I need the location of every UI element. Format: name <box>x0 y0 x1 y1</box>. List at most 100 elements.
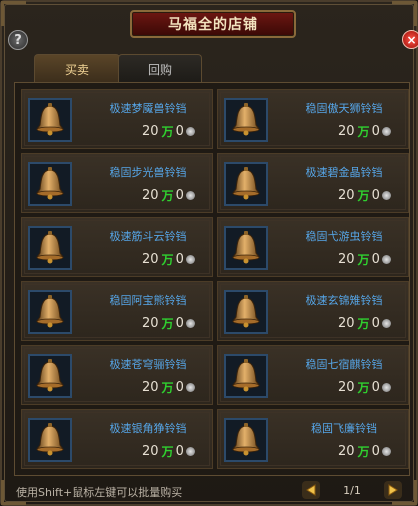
shop-item[interactable]: 稳固傲天狮铃铛 20 万 0 <box>217 89 409 149</box>
coin-icon <box>185 382 195 392</box>
price-amount: 20 <box>338 251 355 267</box>
coin-icon <box>185 126 195 136</box>
price-extra: 0 <box>371 123 380 139</box>
pager: 1/1 <box>302 480 402 500</box>
shop-item[interactable]: 极速苍穹骊铃铛 20 万 0 <box>21 345 213 405</box>
tab-label: 买卖 <box>64 62 89 77</box>
currency-unit: 万 <box>161 252 174 267</box>
item-icon-slot[interactable] <box>28 354 72 398</box>
price-extra: 0 <box>175 315 184 331</box>
shop-item[interactable]: 稳固七宿麒铃铛 20 万 0 <box>217 345 409 405</box>
price-extra: 0 <box>371 187 380 203</box>
arrow-left-icon <box>306 484 316 496</box>
item-name: 稳固阿宝熊铃铛 <box>109 294 187 307</box>
item-grid: 极速梦魇兽铃铛 20 万 0 稳固傲天狮铃铛 20 万 0 稳固步光兽铃铛 20 万 0 极速碧金晶铃铛… <box>14 82 410 476</box>
price-extra: 0 <box>175 443 184 459</box>
price-extra: 0 <box>175 123 184 139</box>
price-amount: 20 <box>338 123 355 139</box>
coin-icon <box>381 382 391 392</box>
price-extra: 0 <box>371 315 380 331</box>
shop-item[interactable]: 稳固步光兽铃铛 20 万 0 <box>21 153 213 213</box>
shop-item[interactable]: 稳固弋游虫铃铛 20 万 0 <box>217 217 409 277</box>
currency-unit: 万 <box>357 380 370 395</box>
price-extra: 0 <box>175 251 184 267</box>
item-icon-slot[interactable] <box>224 226 268 270</box>
coin-icon <box>381 318 391 328</box>
shop-window: 马福全的店铺 ? × 买卖 回购 极速梦魇兽铃铛 20 万 0 稳固傲天狮铃铛 20 万 0 稳… <box>0 0 418 506</box>
item-icon-slot[interactable] <box>28 98 72 142</box>
item-name: 极速银角狰铃铛 <box>109 422 187 435</box>
coin-icon <box>185 318 195 328</box>
item-icon-slot[interactable] <box>224 162 268 206</box>
currency-unit: 万 <box>161 316 174 331</box>
tab-label: 回购 <box>147 62 172 77</box>
item-icon-slot[interactable] <box>224 354 268 398</box>
price-amount: 20 <box>338 187 355 203</box>
item-price: 20 万 0 <box>142 442 195 460</box>
currency-unit: 万 <box>357 124 370 139</box>
tab-buy-sell[interactable]: 买卖 <box>34 54 120 83</box>
prev-page-button[interactable] <box>302 481 320 499</box>
price-extra: 0 <box>175 379 184 395</box>
coin-icon <box>185 446 195 456</box>
shop-item[interactable]: 稳固阿宝熊铃铛 20 万 0 <box>21 281 213 341</box>
item-icon-slot[interactable] <box>28 226 72 270</box>
title-plate: 马福全的店铺 <box>130 10 296 38</box>
price-extra: 0 <box>371 251 380 267</box>
item-name: 稳固步光兽铃铛 <box>109 166 187 179</box>
item-name: 稳固飞廉铃铛 <box>311 422 377 435</box>
item-name: 极速苍穹骊铃铛 <box>109 358 187 371</box>
price-amount: 20 <box>338 443 355 459</box>
page-indicator: 1/1 <box>343 483 361 497</box>
price-amount: 20 <box>142 443 159 459</box>
item-name: 稳固七宿麒铃铛 <box>305 358 383 371</box>
item-price: 20 万 0 <box>142 186 195 204</box>
shop-item[interactable]: 稳固飞廉铃铛 20 万 0 <box>217 409 409 469</box>
shop-item[interactable]: 极速玄锦雉铃铛 20 万 0 <box>217 281 409 341</box>
close-icon: × <box>406 32 417 47</box>
price-amount: 20 <box>142 315 159 331</box>
coin-icon <box>381 190 391 200</box>
coin-icon <box>381 446 391 456</box>
price-extra: 0 <box>371 379 380 395</box>
item-price: 20 万 0 <box>142 250 195 268</box>
item-name: 极速碧金晶铃铛 <box>305 166 383 179</box>
help-icon: ? <box>14 32 22 48</box>
currency-unit: 万 <box>161 444 174 459</box>
item-icon-slot[interactable] <box>28 418 72 462</box>
price-extra: 0 <box>175 187 184 203</box>
coin-icon <box>381 254 391 264</box>
close-button[interactable]: × <box>402 30 418 49</box>
help-button[interactable]: ? <box>8 30 28 50</box>
currency-unit: 万 <box>357 444 370 459</box>
item-name: 极速玄锦雉铃铛 <box>305 294 383 307</box>
item-price: 20 万 0 <box>338 186 391 204</box>
item-icon-slot[interactable] <box>224 290 268 334</box>
coin-icon <box>185 190 195 200</box>
currency-unit: 万 <box>161 188 174 203</box>
currency-unit: 万 <box>357 188 370 203</box>
price-amount: 20 <box>142 379 159 395</box>
batch-buy-hint: 使用Shift+鼠标左键可以批量购买 <box>16 486 183 499</box>
tab-buyback[interactable]: 回购 <box>118 54 202 83</box>
item-name: 极速筋斗云铃铛 <box>109 230 187 243</box>
item-icon-slot[interactable] <box>28 290 72 334</box>
shop-item[interactable]: 极速筋斗云铃铛 20 万 0 <box>21 217 213 277</box>
shop-item[interactable]: 极速银角狰铃铛 20 万 0 <box>21 409 213 469</box>
item-price: 20 万 0 <box>338 250 391 268</box>
item-price: 20 万 0 <box>338 442 391 460</box>
price-extra: 0 <box>371 443 380 459</box>
currency-unit: 万 <box>161 380 174 395</box>
item-icon-slot[interactable] <box>224 418 268 462</box>
item-icon-slot[interactable] <box>28 162 72 206</box>
price-amount: 20 <box>142 187 159 203</box>
coin-icon <box>381 126 391 136</box>
currency-unit: 万 <box>357 316 370 331</box>
item-icon-slot[interactable] <box>224 98 268 142</box>
price-amount: 20 <box>338 379 355 395</box>
shop-item[interactable]: 极速梦魇兽铃铛 20 万 0 <box>21 89 213 149</box>
arrow-right-icon <box>388 484 398 496</box>
next-page-button[interactable] <box>384 481 402 499</box>
shop-item[interactable]: 极速碧金晶铃铛 20 万 0 <box>217 153 409 213</box>
item-price: 20 万 0 <box>142 314 195 332</box>
